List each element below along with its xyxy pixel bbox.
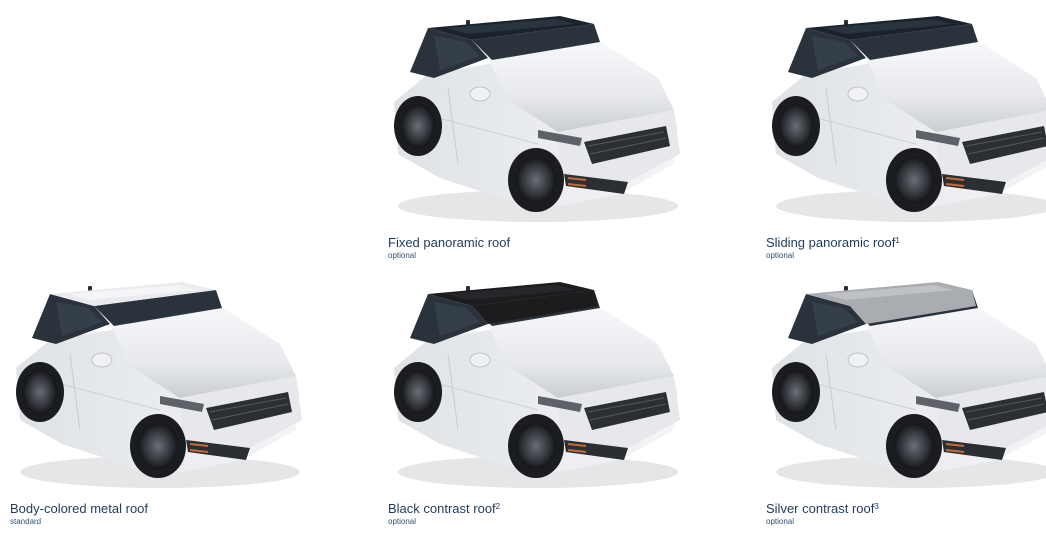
car-image [15,282,303,489]
roof-option-status: optional [766,517,795,526]
roof-option-silver-contrast[interactable]: Silver contrast roof3 optional [766,280,1046,535]
car-image [393,16,681,223]
roof-option-caption: Black contrast roof2 optional [388,501,688,527]
roof-option-title: Silver contrast roof3 [766,501,879,516]
roof-option-caption: Silver contrast roof3 optional [766,501,1046,527]
roof-option-status: standard [10,517,42,526]
roof-option-body-colored[interactable]: Body-colored metal roof standard [10,280,310,535]
car-image [393,282,681,489]
roof-option-title: Fixed panoramic roof [388,235,511,250]
roof-option-fixed-panoramic[interactable]: Fixed panoramic roof optional [388,14,688,269]
roof-option-black-contrast[interactable]: Black contrast roof2 optional [388,280,688,535]
roof-option-sliding-panoramic[interactable]: Sliding panoramic roof1 optional [766,14,1046,269]
roof-option-caption: Body-colored metal roof standard [10,501,310,527]
roof-option-caption: Fixed panoramic roof optional [388,235,688,261]
roof-option-status: optional [388,517,417,526]
roof-option-title: Sliding panoramic roof1 [766,235,900,250]
roof-option-caption: Sliding panoramic roof1 optional [766,235,1046,261]
roof-option-title: Body-colored metal roof [10,501,149,516]
roof-option-status: optional [388,251,417,260]
car-image [771,282,1046,489]
roof-option-title: Black contrast roof2 [388,501,501,516]
roof-option-status: optional [766,251,795,260]
car-image [771,16,1046,223]
